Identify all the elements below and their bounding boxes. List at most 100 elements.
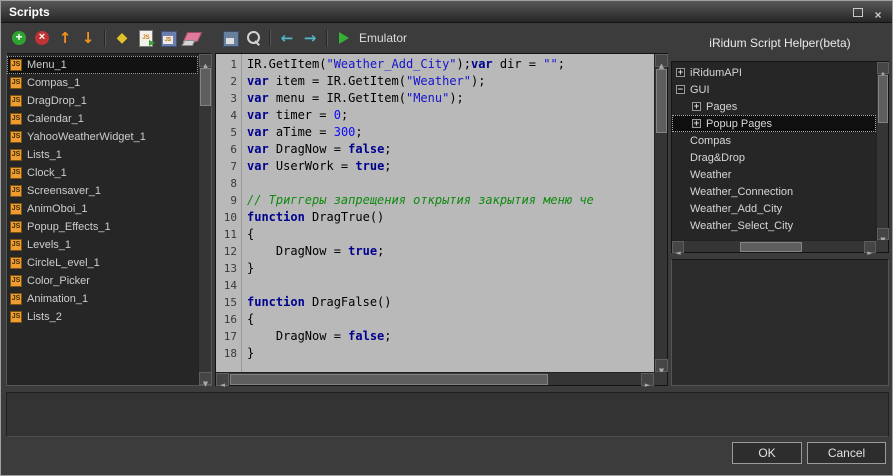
back-icon[interactable] (277, 28, 297, 48)
script-list-item[interactable]: JS Animation_1 (7, 290, 198, 308)
js-icon: JS (10, 167, 22, 179)
tree-vertical-scrollbar[interactable] (876, 62, 889, 240)
line-number: 4 (230, 109, 237, 122)
erase-script-icon[interactable] (181, 28, 201, 48)
line-number: 2 (230, 75, 237, 88)
tree-item[interactable]: Drag&Drop (672, 149, 876, 166)
helper-tree: + iRidumAPI − GUI + Pages + Popup Pages Compas Dr… (672, 62, 876, 240)
collapse-icon[interactable]: − (676, 85, 685, 95)
tree-item[interactable]: + Popup Pages (672, 115, 876, 132)
script-list-item[interactable]: JS CircleL_evel_1 (7, 254, 198, 272)
line-number: 13 (223, 262, 237, 275)
code-token: var (247, 74, 269, 88)
editor-vertical-scrollbar[interactable] (654, 54, 668, 372)
output-panel (6, 392, 889, 437)
expand-icon[interactable]: + (692, 102, 701, 112)
tree-item-label: Pages (706, 100, 738, 113)
script-list-item[interactable]: JS Calendar_1 (7, 110, 198, 128)
scroll-right-icon[interactable] (864, 241, 876, 253)
script-list-item[interactable]: JS Lists_1 (7, 146, 198, 164)
scrollbar-corner (654, 372, 667, 385)
move-up-icon[interactable] (55, 28, 75, 48)
code-token: "Menu" (405, 91, 450, 105)
script-list-item[interactable]: JS Color_Picker (7, 272, 198, 290)
editor-horizontal-scrollbar[interactable] (216, 372, 654, 386)
cancel-button[interactable]: Cancel (807, 442, 886, 464)
script-list-item[interactable]: JS Popup_Effects_1 (7, 218, 198, 236)
code-token: item = IR.GetItem( (268, 74, 406, 88)
toolbar-separator (326, 30, 328, 46)
scroll-down-icon[interactable] (199, 372, 212, 385)
js-icon: JS (10, 95, 22, 107)
code-line: DragNow = false; (247, 328, 654, 345)
tree-item[interactable]: + iRidumAPI (672, 64, 876, 81)
import-script-icon[interactable] (135, 28, 155, 48)
script-list-item[interactable]: JS Levels_1 (7, 236, 198, 254)
scroll-right-icon[interactable] (641, 373, 654, 386)
scrollbar-thumb[interactable] (656, 69, 667, 133)
script-name: YahooWeatherWidget_1 (27, 131, 146, 143)
script-helper-panel: iRidum Script Helper(beta) + iRidumAPI − GU… (671, 31, 889, 386)
tree-item[interactable]: Weather (672, 166, 876, 183)
tree-item[interactable]: + Pages (672, 98, 876, 115)
tree-item[interactable]: Weather_Select_City (672, 217, 876, 234)
tree-item-label: Compas (690, 134, 731, 147)
scroll-down-icon[interactable] (877, 228, 889, 240)
search-icon[interactable] (243, 28, 263, 48)
expand-icon[interactable]: + (692, 119, 701, 129)
script-list-item[interactable]: JS Menu_1 (7, 56, 198, 74)
move-down-icon[interactable] (78, 28, 98, 48)
script-list-scrollbar[interactable] (198, 54, 212, 385)
script-list-item[interactable]: JS Screensaver_1 (7, 182, 198, 200)
scroll-up-icon[interactable] (877, 62, 889, 74)
syntax-check-icon[interactable] (112, 28, 132, 48)
code-token: UserWork = (268, 159, 356, 173)
code-token: { (247, 312, 255, 326)
tree-item-label: Weather (690, 168, 732, 181)
scrollbar-thumb[interactable] (878, 75, 888, 123)
script-list: JS Menu_1 JS Compas_1 JS DragDrop_1 JS Calendar… (7, 54, 198, 385)
scroll-up-icon[interactable] (655, 54, 668, 67)
code-token: DragNow = (268, 142, 349, 156)
delete-script-icon[interactable] (32, 28, 52, 48)
scroll-up-icon[interactable] (199, 54, 212, 67)
scroll-left-icon[interactable] (216, 373, 229, 386)
tree-item[interactable]: − GUI (672, 81, 876, 98)
scrollbar-thumb[interactable] (200, 68, 211, 106)
line-number: 6 (230, 143, 237, 156)
code-token: var (247, 142, 269, 156)
tree-item[interactable]: Compas (672, 132, 876, 149)
code-editor[interactable]: 1 2 3 4 5 6 7 8 9 10 11 12 13 14 15 16 17 18 IR.GetItem("… (215, 53, 668, 386)
js-icon: JS (10, 311, 22, 323)
code-line: function DragFalse() (247, 294, 654, 311)
tree-item[interactable]: Weather_Add_City (672, 200, 876, 217)
code-token: timer = (268, 108, 334, 122)
tree-item[interactable]: Weather_Connection (672, 183, 876, 200)
emulator-button[interactable]: Emulator (334, 28, 407, 48)
expand-icon[interactable]: + (676, 68, 685, 78)
scrollbar-thumb[interactable] (230, 374, 548, 385)
tree-horizontal-scrollbar[interactable] (672, 240, 876, 253)
script-list-item[interactable]: JS AnimOboi_1 (7, 200, 198, 218)
code-token: function (247, 295, 305, 309)
forward-icon[interactable] (300, 28, 320, 48)
close-window-icon[interactable] (872, 6, 884, 18)
ok-button[interactable]: OK (732, 442, 802, 464)
scrollbar-thumb[interactable] (740, 242, 802, 252)
scroll-left-icon[interactable] (672, 241, 684, 253)
js-icon: JS (10, 293, 22, 305)
script-list-item[interactable]: JS YahooWeatherWidget_1 (7, 128, 198, 146)
titlebar[interactable]: Scripts (1, 1, 892, 23)
add-script-icon[interactable] (9, 28, 29, 48)
scroll-down-icon[interactable] (655, 359, 668, 372)
script-list-item[interactable]: JS Compas_1 (7, 74, 198, 92)
restore-window-icon[interactable] (852, 6, 864, 18)
line-number: 9 (230, 194, 237, 207)
save-icon[interactable] (220, 28, 240, 48)
script-list-item[interactable]: JS Clock_1 (7, 164, 198, 182)
script-list-item[interactable]: JS Lists_2 (7, 308, 198, 326)
code-token: ); (471, 74, 486, 88)
save-script-icon[interactable] (158, 28, 178, 48)
code-area[interactable]: IR.GetItem("Weather_Add_City");var dir =… (243, 54, 654, 372)
script-list-item[interactable]: JS DragDrop_1 (7, 92, 198, 110)
